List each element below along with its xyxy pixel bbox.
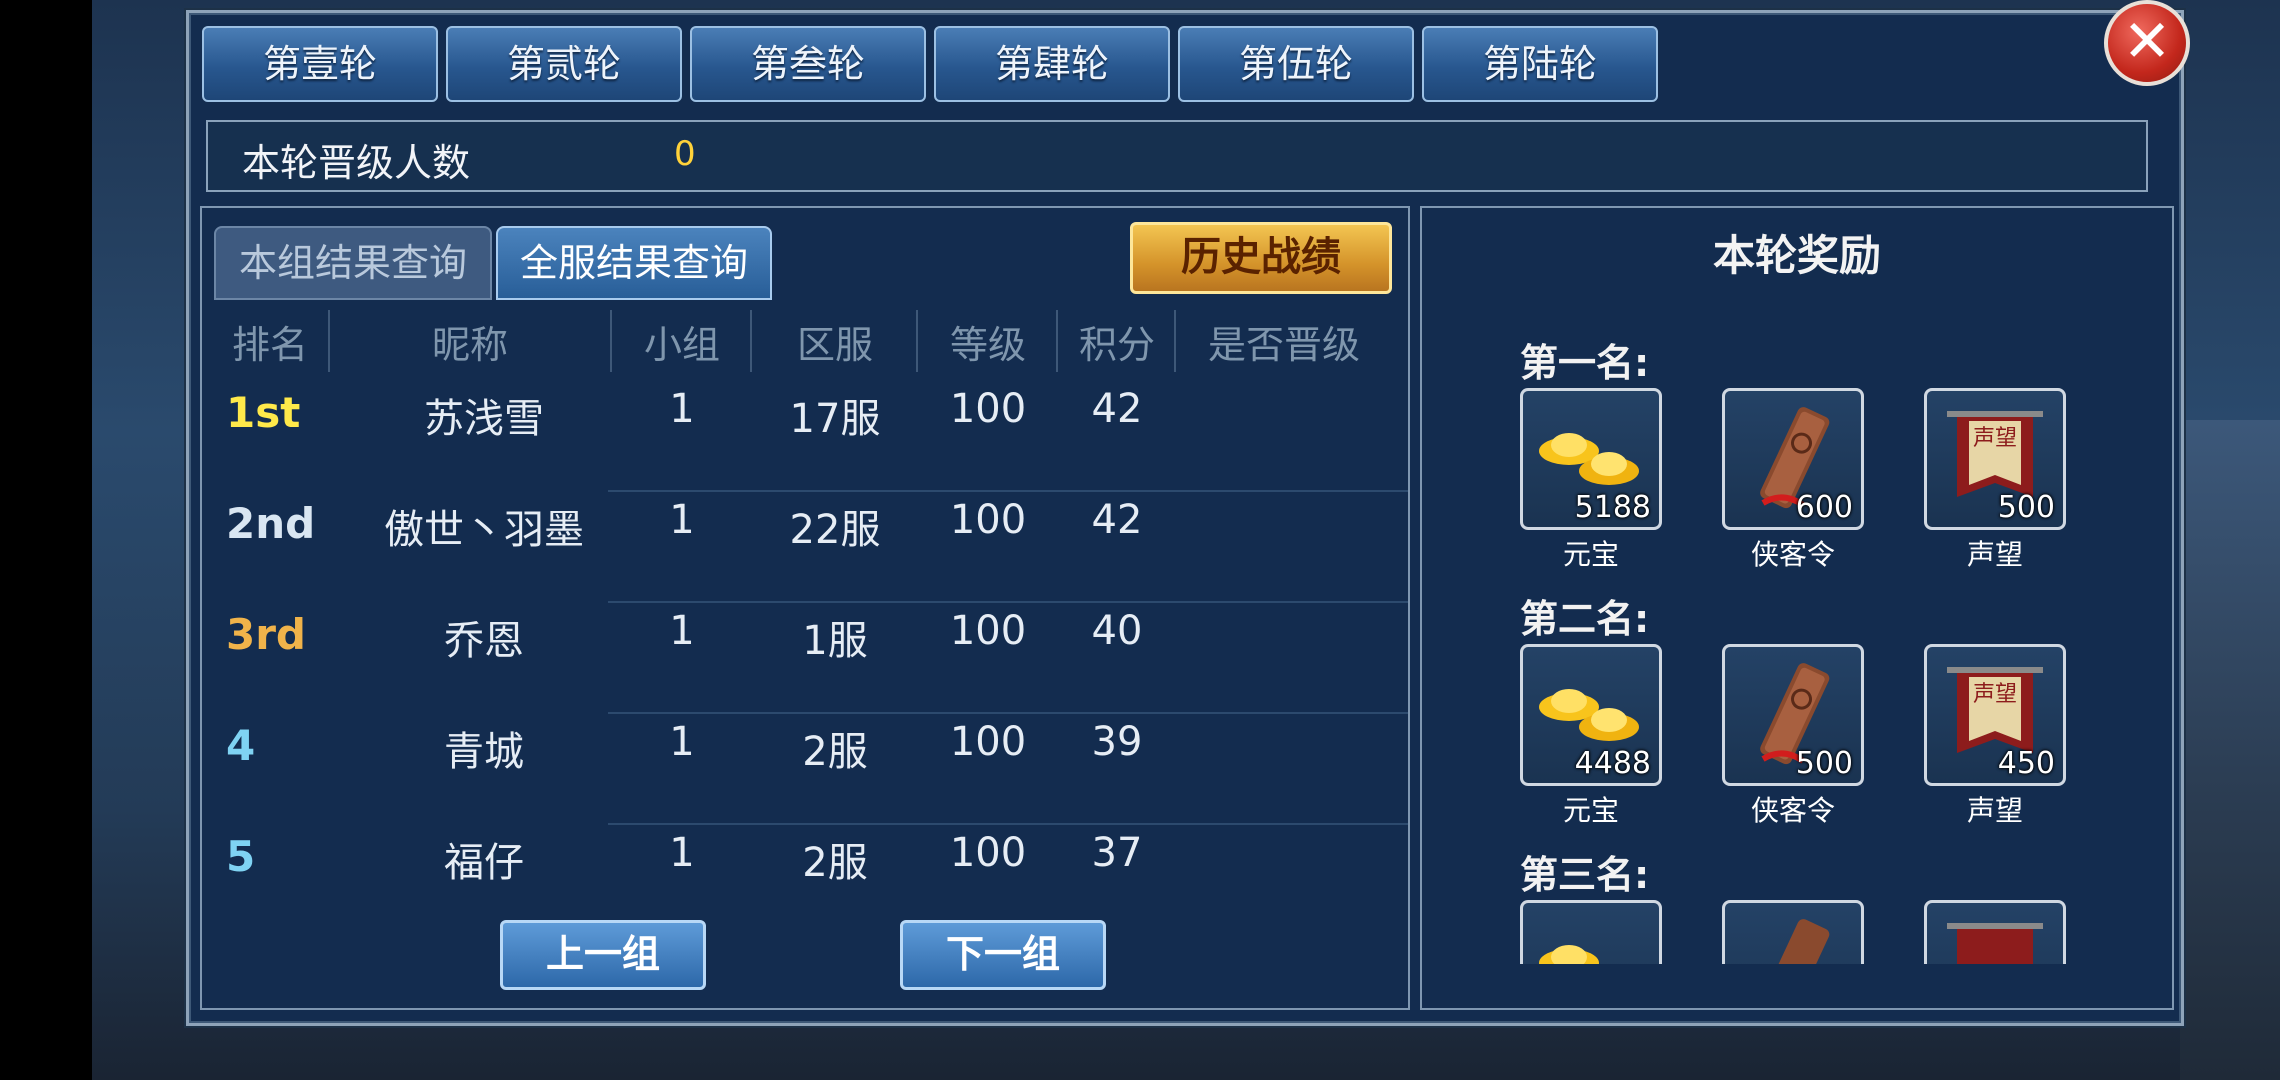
level-cell: 100 xyxy=(949,497,1027,543)
tab-server-results[interactable]: 全服结果查询 xyxy=(496,226,772,300)
rank-cell: 2nd xyxy=(226,499,316,548)
tab-round-1[interactable]: 第壹轮 xyxy=(202,26,438,102)
group-cell: 1 xyxy=(669,719,695,765)
rank-cell: 5 xyxy=(226,832,256,881)
previous-group-button[interactable]: 上一组 xyxy=(500,920,706,990)
header-rank: 排名 xyxy=(231,323,308,367)
nickname-cell: 青城 xyxy=(444,729,524,775)
gold-ingot-icon xyxy=(1539,945,1599,964)
promotion-count-bar: 本轮晋级人数 0 xyxy=(206,120,2148,192)
header-promoted: 是否晋级 xyxy=(1207,323,1360,367)
reward-quantity: 450 xyxy=(1997,746,2055,781)
server-cell: 1服 xyxy=(802,618,868,664)
close-button[interactable]: ✕ xyxy=(2104,0,2190,86)
rank-cell: 4 xyxy=(226,721,256,770)
level-cell: 100 xyxy=(949,830,1027,876)
place-label: 第一名: xyxy=(1520,341,1650,385)
banner-text: 声望 xyxy=(1973,682,2017,707)
header-group: 小组 xyxy=(643,323,720,367)
promotion-count-label: 本轮晋级人数 xyxy=(242,141,471,185)
table-row[interactable]: 1st 苏浅雪 1 17服 100 42 xyxy=(214,380,1214,470)
reward-quantity: 600 xyxy=(1795,490,1853,525)
rank-cell: 1st xyxy=(226,388,301,437)
nickname-cell: 乔恩 xyxy=(444,618,524,664)
background-scenery xyxy=(2180,420,2280,1080)
nickname-cell: 福仔 xyxy=(444,840,524,886)
reward-quantity: 5188 xyxy=(1574,490,1651,525)
score-cell: 40 xyxy=(1091,608,1143,654)
table-row[interactable]: 4 青城 1 2服 100 39 xyxy=(214,693,1214,803)
hero-token-icon xyxy=(1760,919,1830,964)
reward-slot[interactable] xyxy=(1520,900,1662,964)
screen-edge xyxy=(0,0,92,1080)
reward-quantity: 4488 xyxy=(1574,746,1651,781)
score-cell: 39 xyxy=(1091,719,1143,765)
reward-name: 声望 xyxy=(1966,794,2023,827)
group-cell: 1 xyxy=(669,608,695,654)
server-cell: 2服 xyxy=(802,729,868,775)
table-row[interactable]: 2nd 傲世丶羽墨 1 22服 100 42 xyxy=(214,471,1214,581)
group-cell: 1 xyxy=(669,830,695,876)
reward-name: 侠客令 xyxy=(1750,794,1835,827)
reward-slot[interactable]: 600 xyxy=(1722,388,1864,530)
level-cell: 100 xyxy=(949,719,1027,765)
header-nickname: 昵称 xyxy=(431,323,508,367)
reward-slot[interactable] xyxy=(1924,900,2066,964)
header-server: 区服 xyxy=(796,323,873,367)
place-label: 第三名: xyxy=(1520,853,1650,897)
header-score: 积分 xyxy=(1078,323,1155,367)
promotion-count-value: 0 xyxy=(674,134,696,174)
tab-group-results[interactable]: 本组结果查询 xyxy=(214,226,492,300)
reward-quantity: 500 xyxy=(1795,746,1853,781)
header-divider xyxy=(1056,310,1058,372)
rank-cell: 3rd xyxy=(226,610,307,659)
ranking-list[interactable]: 1st 苏浅雪 1 17服 100 42 2nd 傲世丶羽墨 1 22服 100… xyxy=(202,380,1408,900)
reward-slot[interactable]: 声望 500 xyxy=(1924,388,2066,530)
close-icon: ✕ xyxy=(2122,7,2172,75)
reward-slot[interactable]: 5188 xyxy=(1520,388,1662,530)
group-cell: 1 xyxy=(669,497,695,543)
nickname-cell: 苏浅雪 xyxy=(424,396,544,442)
reward-quantity: 500 xyxy=(1997,490,2055,525)
server-cell: 2服 xyxy=(802,840,868,886)
tab-round-4[interactable]: 第肆轮 xyxy=(934,26,1170,102)
banner-text: 声望 xyxy=(1973,426,2017,451)
level-cell: 100 xyxy=(949,386,1027,432)
reputation-banner-icon xyxy=(1947,923,2043,964)
place-label: 第二名: xyxy=(1520,597,1650,641)
history-record-button[interactable]: 历史战绩 xyxy=(1130,222,1392,294)
table-row[interactable]: 5 福仔 1 2服 100 37 xyxy=(214,804,1214,900)
reward-slot[interactable]: 4488 xyxy=(1520,644,1662,786)
reward-slot[interactable] xyxy=(1722,900,1864,964)
score-cell: 42 xyxy=(1091,386,1143,432)
level-cell: 100 xyxy=(949,608,1027,654)
score-cell: 42 xyxy=(1091,497,1143,543)
tab-round-2[interactable]: 第贰轮 xyxy=(446,26,682,102)
reward-name: 元宝 xyxy=(1562,538,1619,571)
header-divider xyxy=(610,310,612,372)
header-divider xyxy=(750,310,752,372)
reward-slot[interactable]: 声望 450 xyxy=(1924,644,2066,786)
group-cell: 1 xyxy=(669,386,695,432)
server-cell: 17服 xyxy=(789,396,881,442)
reward-name: 元宝 xyxy=(1562,794,1619,827)
reward-name: 侠客令 xyxy=(1750,538,1835,571)
table-row[interactable]: 3rd 乔恩 1 1服 100 40 xyxy=(214,582,1214,692)
score-cell: 37 xyxy=(1091,830,1143,876)
tab-round-6[interactable]: 第陆轮 xyxy=(1422,26,1658,102)
header-divider xyxy=(328,310,330,372)
next-group-button[interactable]: 下一组 xyxy=(900,920,1106,990)
tab-round-5[interactable]: 第伍轮 xyxy=(1178,26,1414,102)
reward-slot[interactable]: 500 xyxy=(1722,644,1864,786)
rewards-list[interactable]: 第一名: 5188 元宝 600 侠客令 声望 500 声望 第二名: 4488… xyxy=(1422,208,2172,964)
nickname-cell: 傲世丶羽墨 xyxy=(384,507,584,553)
header-divider xyxy=(1174,310,1176,372)
header-level: 等级 xyxy=(949,323,1026,367)
header-divider xyxy=(916,310,918,372)
server-cell: 22服 xyxy=(789,507,881,553)
tab-round-3[interactable]: 第叁轮 xyxy=(690,26,926,102)
reward-name: 声望 xyxy=(1966,538,2023,571)
